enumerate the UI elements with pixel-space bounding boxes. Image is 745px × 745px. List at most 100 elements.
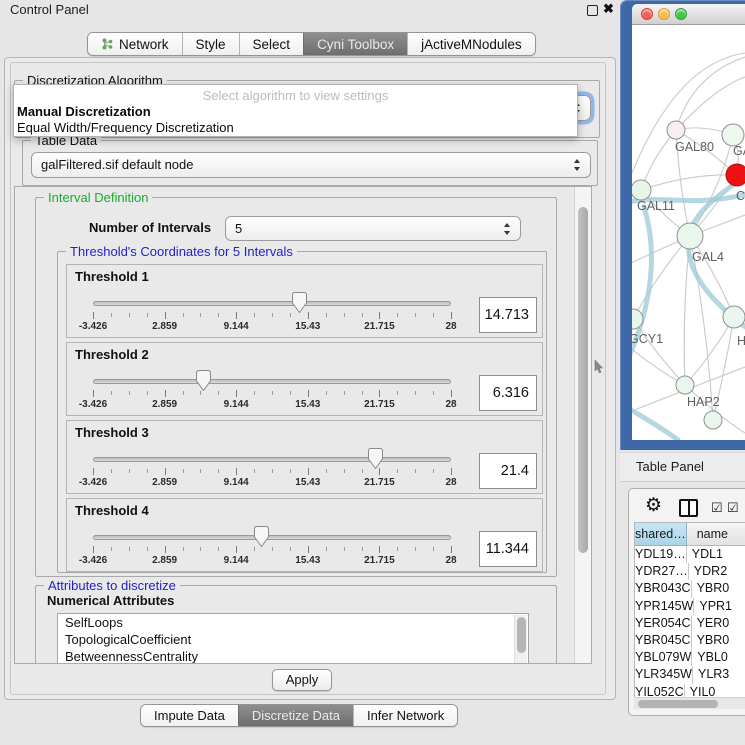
vertical-scrollbar-thumb[interactable]	[578, 207, 588, 553]
table-cell[interactable]: YLR3	[693, 666, 745, 683]
split-columns-icon[interactable]	[679, 499, 698, 517]
table-cell[interactable]: YBR0	[692, 580, 745, 597]
close-panel-button[interactable]: ✖	[603, 1, 614, 17]
network-icon	[101, 37, 114, 51]
tab-label: Network	[119, 37, 169, 52]
network-node-label: GA	[733, 144, 745, 158]
table-cell[interactable]: YBR043C	[635, 580, 692, 597]
apply-button[interactable]: Apply	[272, 669, 332, 691]
table-cell[interactable]: YPR145W	[635, 598, 694, 615]
table-cell[interactable]: YDR27…	[635, 563, 689, 580]
checkbox-icon[interactable]: ☑	[711, 500, 723, 516]
network-node-h[interactable]	[723, 306, 745, 328]
network-node[interactable]	[704, 411, 722, 429]
dropdown-hint-option[interactable]: Select algorithm to view settings	[14, 88, 577, 103]
network-edge-thick[interactable]	[632, 407, 678, 440]
tab-select[interactable]: Select	[239, 33, 304, 55]
table-cell[interactable]: YDL1	[687, 546, 745, 563]
table-cell[interactable]: YIL052C	[635, 684, 685, 699]
network-node-gal11[interactable]	[632, 180, 651, 200]
table-cell[interactable]: YER0	[692, 615, 745, 632]
tab-discretize-data[interactable]: Discretize Data	[238, 705, 353, 726]
table-cell[interactable]: YIL0	[685, 684, 745, 699]
network-window-titlebar[interactable]	[632, 4, 745, 25]
network-node-label: GAL80	[675, 140, 714, 154]
group-title: Attributes to discretize	[44, 578, 180, 593]
horizontal-scrollbar[interactable]	[634, 697, 745, 709]
list-item[interactable]: TopologicalCoefficient	[58, 631, 528, 648]
table-row[interactable]: YBL079WYBL0	[635, 649, 745, 666]
tick-label: 2.859	[142, 477, 188, 488]
network-node-gal4[interactable]	[677, 223, 703, 249]
network-node-gal80[interactable]	[667, 121, 685, 139]
list-scrollbar[interactable]	[514, 615, 527, 664]
threshold-value-field[interactable]: 11.344	[479, 531, 537, 567]
slider-handle[interactable]	[292, 292, 307, 313]
network-node-label: C	[736, 189, 745, 203]
number-of-intervals-combobox[interactable]: 5	[225, 216, 521, 241]
slider-track[interactable]	[93, 301, 451, 306]
table-cell[interactable]: YER054C	[635, 615, 692, 632]
network-node-label: GAL4	[692, 250, 724, 264]
tick-label: 9.144	[213, 399, 259, 410]
table-cell[interactable]: YLR345W	[635, 666, 693, 683]
column-header-name[interactable]: name	[687, 523, 745, 546]
checkbox-icon[interactable]: ☑	[727, 500, 739, 516]
table-data-combobox[interactable]: galFiltered.sif default node	[31, 152, 591, 178]
close-button[interactable]	[641, 8, 653, 20]
minimize-button[interactable]	[658, 8, 670, 20]
threshold-value-field[interactable]: 14.713	[479, 297, 537, 333]
tab-impute-data[interactable]: Impute Data	[141, 705, 238, 726]
numerical-attributes-list[interactable]: SelfLoopsTopologicalCoefficientBetweenne…	[57, 613, 529, 664]
table-cell[interactable]: YBR045C	[635, 632, 692, 649]
network-edge[interactable]	[641, 175, 737, 190]
table-row[interactable]: YIL052CYIL0	[635, 684, 745, 699]
table-cell[interactable]: YPR1	[694, 598, 745, 615]
slider-track[interactable]	[93, 457, 451, 462]
network-node-ga[interactable]	[722, 124, 744, 146]
network-edge[interactable]	[632, 345, 685, 385]
gear-icon[interactable]: ⚙	[645, 494, 662, 517]
network-node-c[interactable]	[726, 164, 745, 186]
table-cell[interactable]: YBR0	[692, 632, 745, 649]
float-window-button[interactable]	[587, 5, 598, 16]
table-row[interactable]: YBR043CYBR0	[635, 580, 745, 597]
threshold-value-field[interactable]: 21.4	[479, 453, 537, 489]
tab-network[interactable]: Network	[88, 33, 182, 55]
table-row[interactable]: YBR045CYBR0	[635, 632, 745, 649]
tab-infer-network[interactable]: Infer Network	[353, 705, 457, 726]
threshold-block-4: Threshold 4-3.4262.8599.14415.4321.71528…	[66, 498, 543, 572]
threshold-value-field[interactable]: 6.316	[479, 375, 537, 411]
table-cell[interactable]: YDL19…	[635, 546, 687, 563]
dropdown-option-equal-width-frequency[interactable]: Equal Width/Frequency Discretization	[17, 120, 234, 135]
network-node-hap2[interactable]	[676, 376, 694, 394]
tab-cyni-toolbox[interactable]: Cyni Toolbox	[303, 33, 407, 55]
network-canvas[interactable]: GAL80GACGAL11GAL4GCY1HHAP2	[632, 25, 745, 440]
tick-label: 15.43	[285, 399, 331, 410]
slider-handle[interactable]	[196, 370, 211, 391]
tab-style[interactable]: Style	[182, 33, 239, 55]
slider-handle[interactable]	[368, 448, 383, 469]
slider-track[interactable]	[93, 379, 451, 384]
table-row[interactable]: YDR27…YDR2	[635, 563, 745, 580]
slider-handle[interactable]	[254, 526, 269, 547]
dropdown-option-manual-discretization[interactable]: Manual Discretization	[17, 104, 151, 119]
list-item[interactable]: SelfLoops	[58, 614, 528, 631]
table-row[interactable]: YLR345WYLR3	[635, 666, 745, 683]
horizontal-scrollbar-thumb[interactable]	[638, 700, 718, 708]
column-header-shared[interactable]: shared…	[635, 523, 687, 546]
list-scrollbar-thumb[interactable]	[517, 617, 526, 653]
table-row[interactable]: YPR145WYPR1	[635, 598, 745, 615]
zoom-button[interactable]	[675, 8, 687, 20]
table-cell[interactable]: YBL079W	[635, 649, 692, 666]
list-item[interactable]: BetweennessCentrality	[58, 648, 528, 664]
table-row[interactable]: YDL19…YDL1	[635, 546, 745, 563]
table-cell[interactable]: YDR2	[689, 563, 745, 580]
table-cell[interactable]: YBL0	[692, 649, 745, 666]
tab-jactivemnodules[interactable]: jActiveMNodules	[407, 33, 535, 55]
slider-track[interactable]	[93, 535, 451, 540]
vertical-scrollbar[interactable]	[574, 187, 591, 663]
threshold-label: Threshold 4	[75, 503, 149, 518]
tick-label: 28	[428, 555, 474, 566]
table-row[interactable]: YER054CYER0	[635, 615, 745, 632]
